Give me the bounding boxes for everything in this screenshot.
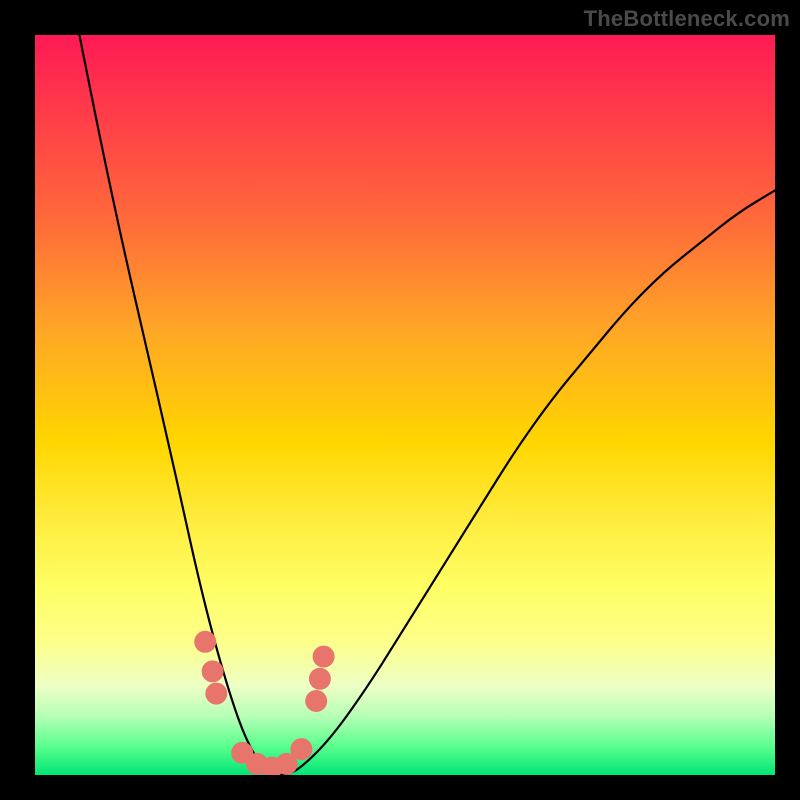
- chart-canvas: TheBottleneck.com: [0, 0, 800, 800]
- highlight-dot: [313, 646, 335, 668]
- highlight-dot: [194, 631, 216, 653]
- chart-svg: [35, 35, 775, 775]
- watermark-label: TheBottleneck.com: [584, 6, 790, 32]
- highlight-dot: [202, 660, 224, 682]
- highlight-dot: [290, 738, 312, 760]
- highlight-dot: [305, 690, 327, 712]
- bottleneck-curve: [79, 35, 775, 775]
- curve-path: [79, 35, 775, 775]
- plot-area: [35, 35, 775, 775]
- highlight-dot: [309, 668, 331, 690]
- highlight-dots: [194, 631, 334, 775]
- highlight-dot: [205, 683, 227, 705]
